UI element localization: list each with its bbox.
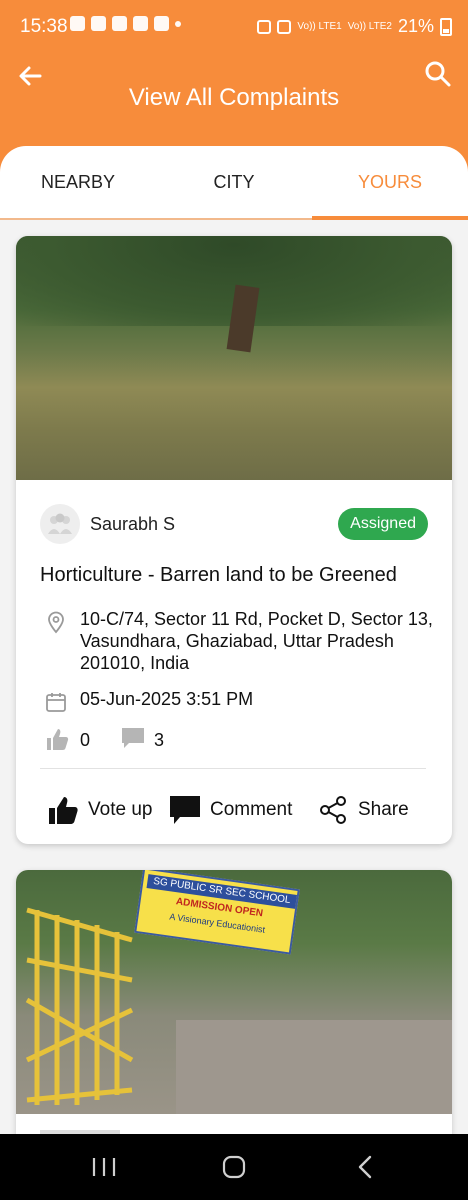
complaint-card[interactable]: Saurabh S Assigned Horticulture - Barren… <box>16 236 452 844</box>
back-chevron-icon[interactable] <box>346 1152 386 1182</box>
thumbs-up-icon <box>49 797 78 824</box>
vote-count: 0 <box>80 730 91 750</box>
comment-bubble-icon <box>122 728 144 748</box>
comment-label: Comment <box>210 799 293 820</box>
card-divider <box>40 768 426 769</box>
alarm-icon <box>277 19 292 34</box>
photo-gate <box>25 907 134 1105</box>
message-icon <box>91 16 106 31</box>
complaint-date: 05-Jun-2025 3:51 PM <box>40 688 440 714</box>
signal-2: Vo)) LTE2 <box>347 20 392 32</box>
complaint-photo[interactable] <box>16 236 452 480</box>
notification-icons <box>70 16 181 31</box>
page-title: View All Complaints <box>128 84 340 111</box>
tab-nearby[interactable]: NEARBY <box>0 172 156 193</box>
tab-yours[interactable]: YOURS <box>312 172 468 193</box>
photo-school-sign: SG PUBLIC SR SEC SCHOOL ADMISSION OPEN A… <box>134 870 300 955</box>
address-text: 10-C/74, Sector 11 Rd, Pocket D, Sector … <box>80 609 433 673</box>
signal-1: Vo)) LTE1 <box>297 20 342 32</box>
user-name: Saurabh S <box>90 514 176 534</box>
share-button[interactable]: Share <box>316 792 409 828</box>
avatar <box>40 504 80 544</box>
battery-icon <box>440 17 452 36</box>
vote-up-button[interactable]: Vote up <box>46 792 152 828</box>
comment-icon <box>170 796 200 824</box>
chat-icon <box>70 16 85 31</box>
tab-active-indicator <box>312 216 468 220</box>
status-badge: Assigned <box>338 508 428 540</box>
complaint-counts: 0 3 <box>40 726 440 756</box>
home-icon[interactable] <box>214 1152 254 1182</box>
status-time: 15:38 <box>20 16 68 37</box>
thumbs-up-icon <box>47 729 69 750</box>
status-right: Vo)) LTE1 Vo)) LTE2 21% <box>257 16 452 37</box>
comment-button[interactable]: Comment <box>168 792 292 828</box>
cloud-icon <box>133 16 148 31</box>
share-label: Share <box>358 799 409 820</box>
music-icon <box>154 16 169 31</box>
complaint-photo[interactable]: SG PUBLIC SR SEC SCHOOL ADMISSION OPEN A… <box>16 870 452 1114</box>
group-users-icon <box>48 513 72 534</box>
complaint-card[interactable]: SG PUBLIC SR SEC SCHOOL ADMISSION OPEN A… <box>16 870 452 1170</box>
tab-bar: NEARBY CITY YOURS <box>0 146 468 220</box>
more-dot-icon <box>175 21 181 27</box>
location-pin-icon <box>48 611 64 634</box>
card-actions: Vote up Comment Share <box>16 788 452 832</box>
date-text: 05-Jun-2025 3:51 PM <box>80 689 254 709</box>
status-bar: 15:38 Vo)) LTE1 Vo)) LTE2 21% <box>0 0 468 56</box>
system-nav-bar <box>0 1134 468 1200</box>
complaint-title[interactable]: Horticulture - Barren land to be Greened <box>40 564 440 587</box>
comment-count: 3 <box>154 730 165 750</box>
share-icon <box>320 796 346 824</box>
vote-up-label: Vote up <box>88 799 153 820</box>
recent-apps-icon[interactable] <box>84 1152 124 1182</box>
complaint-address: 10-C/74, Sector 11 Rd, Pocket D, Sector … <box>40 608 440 678</box>
calendar-icon <box>46 693 66 712</box>
battery-percent: 21% <box>397 16 434 36</box>
lock-icon <box>257 19 272 34</box>
photo-road <box>176 1020 452 1114</box>
tab-city[interactable]: CITY <box>156 172 312 193</box>
message-icon <box>112 16 127 31</box>
